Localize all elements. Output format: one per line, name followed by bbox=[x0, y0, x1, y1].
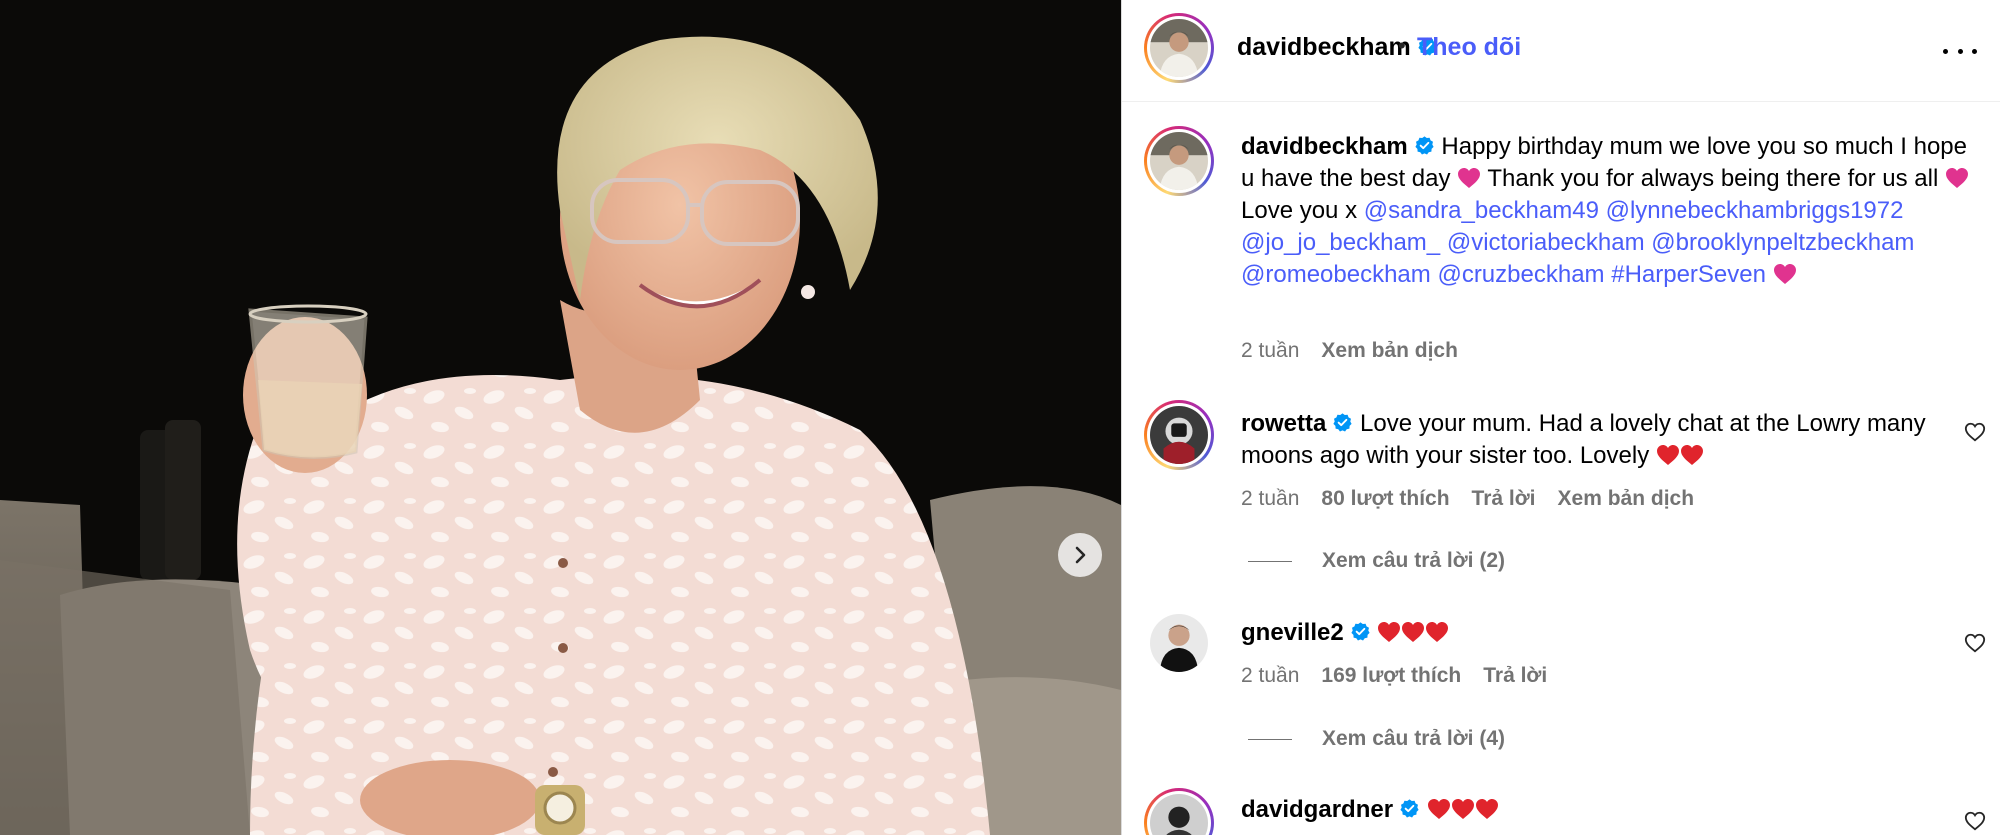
verified-badge-icon bbox=[1351, 622, 1370, 641]
like-comment-button[interactable] bbox=[1964, 632, 1986, 654]
follow-button[interactable]: Theo dõi bbox=[1417, 33, 1521, 62]
verified-badge-icon bbox=[1400, 799, 1419, 818]
mention-link[interactable]: @victoriabeckham bbox=[1447, 229, 1645, 256]
post-caption: davidbeckham Happy birthday mum we love … bbox=[1241, 131, 1981, 291]
like-comment-button[interactable] bbox=[1964, 810, 1986, 832]
comment-meta: 2 tuần 80 lượt thích Trả lời Xem bản dịc… bbox=[1241, 487, 1694, 511]
caption-avatar[interactable] bbox=[1144, 126, 1214, 196]
header-username-text: davidbeckham bbox=[1237, 33, 1411, 61]
red-heart-icon bbox=[1656, 445, 1679, 465]
heart-outline-icon bbox=[1964, 422, 1986, 442]
comment-username[interactable]: rowetta bbox=[1241, 410, 1326, 437]
comment: gneville2 bbox=[1241, 617, 1941, 649]
pink-heart-icon bbox=[1773, 264, 1796, 284]
comment-translate-link[interactable]: Xem bản dịch bbox=[1558, 487, 1695, 511]
replies-divider bbox=[1248, 560, 1292, 562]
avatar-photo bbox=[1150, 794, 1208, 835]
pink-heart-icon bbox=[1945, 168, 1968, 188]
caption-username[interactable]: davidbeckham bbox=[1241, 133, 1408, 160]
reply-button[interactable]: Trả lời bbox=[1472, 487, 1536, 511]
avatar-photo bbox=[1150, 614, 1208, 672]
caption-translate-link[interactable]: Xem bản dịch bbox=[1321, 339, 1458, 363]
caption-text-2: Thank you for always being there for us … bbox=[1487, 165, 1939, 192]
comment-avatar[interactable] bbox=[1144, 788, 1214, 835]
heart-outline-icon bbox=[1964, 633, 1986, 653]
avatar-photo bbox=[1150, 19, 1208, 77]
mention-link[interactable]: @sandra_beckham49 bbox=[1364, 197, 1599, 224]
view-replies-button[interactable]: Xem câu trả lời (4) bbox=[1248, 727, 1505, 751]
comment-time[interactable]: 2 tuần bbox=[1241, 487, 1299, 511]
post-photo bbox=[0, 0, 1121, 835]
hashtag-link[interactable]: #HarperSeven bbox=[1611, 261, 1766, 288]
red-heart-icon bbox=[1402, 622, 1425, 642]
caption-meta: 2 tuần Xem bản dịch bbox=[1241, 339, 1458, 363]
post-side-panel: davidbeckham • Theo dõi davidbeckham Hap… bbox=[1121, 0, 2000, 835]
red-heart-icon bbox=[1427, 799, 1450, 819]
red-heart-icon bbox=[1378, 622, 1401, 642]
comment-time[interactable]: 2 tuần bbox=[1241, 664, 1299, 688]
mention-link[interactable]: @brooklynpeltzbeckham bbox=[1651, 229, 1914, 256]
reply-button[interactable]: Trả lời bbox=[1483, 664, 1547, 688]
comment-avatar[interactable] bbox=[1150, 614, 1208, 672]
comment-likes[interactable]: 169 lượt thích bbox=[1321, 664, 1461, 688]
mention-link[interactable]: @romeobeckham bbox=[1241, 261, 1431, 288]
next-image-button[interactable] bbox=[1058, 533, 1102, 577]
view-replies-label: Xem câu trả lời (4) bbox=[1322, 727, 1505, 750]
avatar[interactable] bbox=[1144, 13, 1214, 83]
verified-badge-icon bbox=[1333, 413, 1352, 432]
caption-time[interactable]: 2 tuần bbox=[1241, 339, 1299, 363]
like-comment-button[interactable] bbox=[1964, 421, 1986, 443]
header-username[interactable]: davidbeckham bbox=[1237, 33, 1438, 62]
more-options-button[interactable] bbox=[1943, 38, 1977, 64]
replies-divider bbox=[1248, 738, 1292, 740]
red-heart-icon bbox=[1451, 799, 1474, 819]
header-separator: • bbox=[1398, 33, 1406, 58]
instagram-post: davidbeckham • Theo dõi davidbeckham Hap… bbox=[0, 0, 2000, 835]
comment-username[interactable]: gneville2 bbox=[1241, 619, 1344, 646]
comment: rowetta Love your mum. Had a lovely chat… bbox=[1241, 408, 1941, 472]
chevron-right-icon bbox=[1075, 546, 1086, 564]
heart-outline-icon bbox=[1964, 811, 1986, 831]
view-replies-label: Xem câu trả lời (2) bbox=[1322, 549, 1505, 572]
mention-link[interactable]: @cruzbeckham bbox=[1437, 261, 1604, 288]
avatar-photo bbox=[1150, 406, 1208, 464]
post-media[interactable] bbox=[0, 0, 1121, 835]
red-heart-icon bbox=[1680, 445, 1703, 465]
more-horizontal-icon bbox=[1943, 48, 1948, 54]
pink-heart-icon bbox=[1458, 168, 1481, 188]
mention-link[interactable]: @jo_jo_beckham_ bbox=[1241, 229, 1440, 256]
comment-username[interactable]: davidgardner bbox=[1241, 796, 1393, 823]
avatar-photo bbox=[1150, 132, 1208, 190]
comment-avatar[interactable] bbox=[1144, 400, 1214, 470]
red-heart-icon bbox=[1475, 799, 1498, 819]
comment: davidgardner bbox=[1241, 794, 1941, 826]
view-replies-button[interactable]: Xem câu trả lời (2) bbox=[1248, 549, 1505, 573]
mention-link[interactable]: @lynnebeckhambriggs1972 bbox=[1606, 197, 1904, 224]
post-header: davidbeckham • Theo dõi bbox=[1122, 0, 2000, 102]
verified-badge-icon bbox=[1415, 136, 1434, 155]
caption-text-3: Love you x bbox=[1241, 197, 1358, 224]
comment-meta: 2 tuần 169 lượt thích Trả lời bbox=[1241, 664, 1547, 688]
red-heart-icon bbox=[1426, 622, 1449, 642]
comment-likes[interactable]: 80 lượt thích bbox=[1321, 487, 1449, 511]
